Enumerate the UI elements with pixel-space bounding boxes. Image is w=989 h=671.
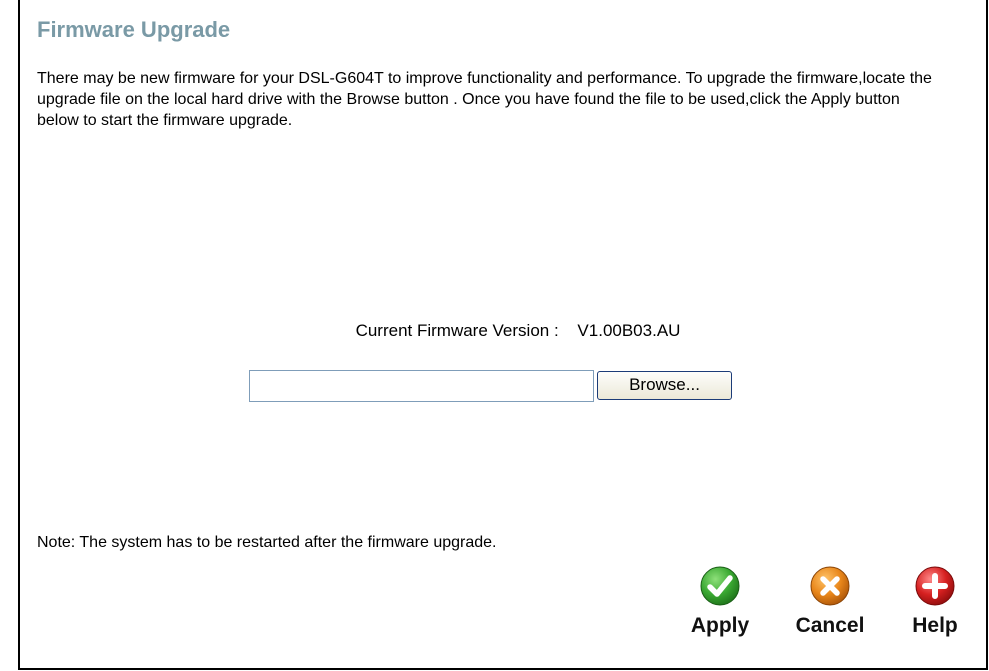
firmware-version-label: Current Firmware Version : [355,321,559,340]
restart-note: Note: The system has to be restarted aft… [37,534,497,551]
page-title: Firmware Upgrade [37,17,231,42]
apply-label: Apply [690,614,750,637]
intro-text: There may be new firmware for your DSL-G… [37,70,932,129]
firmware-upgrade-panel: Firmware Upgrade There may be new firmwa… [18,0,988,670]
plus-icon [915,566,955,606]
checkmark-icon [700,566,740,606]
help-label: Help [912,614,958,637]
firmware-version-row: Current Firmware Version : V1.00B03.AU [20,321,986,341]
firmware-version-value: V1.00B03.AU [577,321,681,340]
x-icon [810,566,850,606]
cancel-button[interactable]: Cancel [790,565,870,638]
cancel-label: Cancel [795,614,865,637]
browse-button[interactable]: Browse... [597,371,732,400]
apply-button[interactable]: Apply [680,565,760,638]
firmware-file-input[interactable] [249,370,594,402]
help-button[interactable]: Help [895,565,975,638]
